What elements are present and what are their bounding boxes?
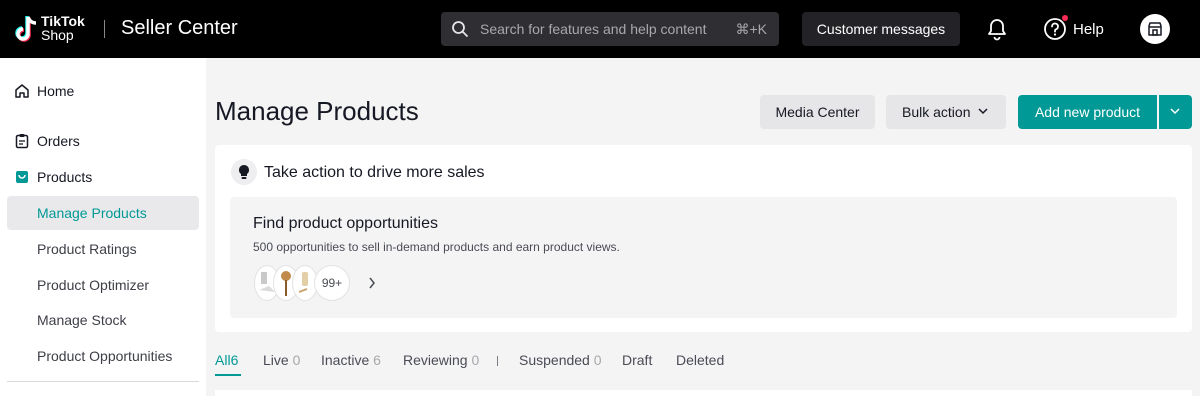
opportunity-description: 500 opportunities to sell in-demand prod…	[253, 240, 620, 254]
card-title: Take action to drive more sales	[264, 164, 485, 181]
customer-messages-button[interactable]: Customer messages	[802, 12, 960, 46]
logo-line-1: TikTok	[41, 13, 85, 29]
notification-dot	[1062, 15, 1068, 21]
sidebar-item-label: Orders	[37, 133, 80, 149]
more-count-badge: 99+	[314, 265, 350, 301]
product-box-icon	[16, 171, 28, 183]
top-bar: TikTok Shop Seller Center Search for fea…	[0, 0, 1200, 58]
tab-label: Deleted	[676, 352, 725, 368]
search-icon	[452, 21, 468, 37]
logo-divider	[104, 20, 105, 38]
sidebar-subitem-label: Manage Products	[37, 205, 147, 221]
sidebar-item-label: Home	[37, 83, 75, 99]
add-new-product-button[interactable]: Add new product	[1018, 95, 1157, 129]
tab-label: Draft	[622, 352, 653, 368]
tab-count: 0	[292, 352, 301, 368]
opportunity-title: Find product opportunities	[253, 215, 438, 232]
chevron-down-icon	[978, 108, 988, 115]
page-title: Manage Products	[215, 96, 419, 126]
tab-suspended[interactable]: Suspended 0	[519, 352, 602, 368]
tab-separator	[497, 356, 498, 366]
sidebar-subitem-label: Product Ratings	[37, 241, 137, 257]
tab-count: 6	[373, 352, 381, 368]
tab-reviewing[interactable]: Reviewing 0	[403, 352, 479, 368]
bulk-action-label: Bulk action	[902, 104, 971, 120]
sidebar-subitem-product-ratings[interactable]: Product Ratings	[7, 232, 199, 266]
tiktok-shop-logo[interactable]: TikTok Shop	[41, 14, 85, 42]
help-link[interactable]: Help	[1073, 21, 1104, 38]
tab-label: Live	[263, 352, 289, 368]
search-shortcut: ⌘+K	[735, 21, 767, 37]
sidebar-subitem-product-optimizer[interactable]: Product Optimizer	[7, 268, 199, 302]
sidebar-item-products[interactable]: Products	[0, 160, 206, 194]
tab-deleted[interactable]: Deleted	[676, 352, 724, 368]
tab-label: Suspended	[519, 352, 590, 368]
app-title: Seller Center	[121, 17, 238, 39]
sidebar-item-label: Products	[37, 169, 93, 185]
logo-line-2: Shop	[41, 27, 74, 43]
tab-draft[interactable]: Draft	[622, 352, 652, 368]
chevron-right-icon[interactable]	[368, 277, 376, 289]
tab-label: Inactive	[321, 352, 370, 368]
tab-label: All	[215, 352, 231, 368]
active-tab-indicator	[215, 374, 241, 376]
sidebar-subitem-manage-stock[interactable]: Manage Stock	[7, 303, 199, 337]
search-placeholder: Search for features and help content	[480, 21, 707, 37]
product-opportunities-panel[interactable]: Find product opportunities 500 opportuni…	[230, 197, 1177, 318]
shop-icon	[1148, 22, 1162, 36]
chevron-down-icon	[1170, 108, 1180, 115]
sidebar-subitem-manage-products[interactable]: Manage Products	[7, 196, 199, 230]
home-icon	[15, 84, 29, 98]
tab-count: 6	[230, 352, 239, 368]
sidebar-subitem-product-opportunities[interactable]: Product Opportunities	[7, 339, 199, 373]
shop-avatar[interactable]	[1140, 14, 1170, 44]
lightbulb-icon	[231, 159, 257, 185]
sidebar-item-orders[interactable]: Orders	[0, 124, 206, 158]
sidebar-subitem-label: Product Opportunities	[37, 348, 173, 364]
tiktok-logo-icon[interactable]	[12, 15, 40, 45]
tab-all[interactable]: All6	[215, 352, 238, 368]
tab-count: 0	[593, 352, 602, 368]
sidebar-subitem-label: Manage Stock	[37, 312, 127, 328]
sidebar-divider	[7, 381, 199, 382]
tab-label: Reviewing	[403, 352, 468, 368]
tab-count: 0	[471, 352, 480, 368]
sidebar-item-home[interactable]: Home	[0, 74, 206, 108]
bulk-action-button[interactable]: Bulk action	[886, 95, 1006, 129]
search-input[interactable]: Search for features and help content ⌘+K	[441, 12, 779, 46]
media-center-button[interactable]: Media Center	[760, 95, 875, 129]
clipboard-icon	[15, 134, 29, 149]
tab-live[interactable]: Live 0	[263, 352, 300, 368]
sidebar-subitem-label: Product Optimizer	[37, 277, 150, 293]
bell-icon[interactable]	[986, 17, 1008, 41]
sales-action-card: Take action to drive more sales Find pro…	[215, 145, 1192, 332]
product-list-panel	[215, 390, 1192, 396]
tab-inactive[interactable]: Inactive 6	[321, 352, 381, 368]
sidebar: Home Orders Products Manage Products Pro…	[0, 58, 206, 396]
add-product-dropdown-button[interactable]	[1159, 95, 1192, 129]
